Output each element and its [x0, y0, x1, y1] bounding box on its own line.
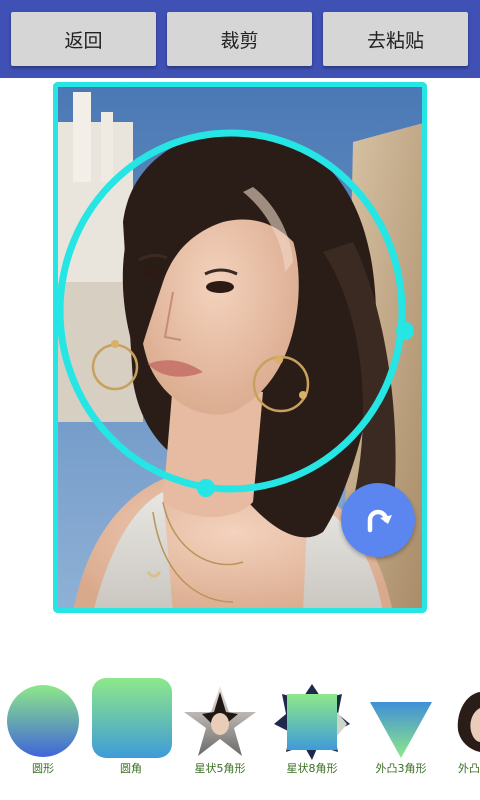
- crop-button[interactable]: 裁剪: [167, 12, 312, 66]
- circle-gradient-icon: [7, 685, 79, 757]
- paste-button[interactable]: 去粘贴: [323, 12, 468, 66]
- shape-convex-triangle[interactable]: 外凸3角形: [362, 672, 440, 800]
- shape-circle[interactable]: 圆形: [4, 672, 82, 800]
- shape-convex[interactable]: 外凸: [446, 672, 480, 800]
- rotate-clockwise-icon: [367, 509, 392, 533]
- shape-convex-triangle-label: 外凸3角形: [375, 762, 427, 775]
- crop-handle-bottom: [197, 479, 215, 497]
- five-point-star-icon: [184, 686, 256, 756]
- rounded-square-gradient-icon: [92, 678, 172, 758]
- convex-triangle-icon: [370, 702, 432, 758]
- shape-rounded-square[interactable]: 圆角: [88, 672, 174, 800]
- convex-shape-icon: [457, 692, 480, 752]
- rotate-button[interactable]: [341, 483, 415, 557]
- shape-star8-label: 星状8角形: [286, 762, 338, 775]
- shape-picker: 圆形 圆角 星状5角形 星状8角形 外凸3角形 外凸: [0, 672, 480, 800]
- shape-rounded-label: 圆角: [120, 762, 142, 775]
- crop-handle-right: [396, 322, 414, 340]
- shape-circle-label: 圆形: [32, 762, 54, 775]
- top-toolbar: 返回 裁剪 去粘贴: [0, 0, 480, 78]
- shape-star5-label: 星状5角形: [194, 762, 246, 775]
- shape-convex-label: 外凸: [458, 762, 480, 775]
- eight-point-star-icon: [274, 684, 350, 760]
- shape-star5[interactable]: 星状5角形: [180, 672, 260, 800]
- shape-star8[interactable]: 星状8角形: [272, 672, 352, 800]
- back-button[interactable]: 返回: [11, 12, 156, 66]
